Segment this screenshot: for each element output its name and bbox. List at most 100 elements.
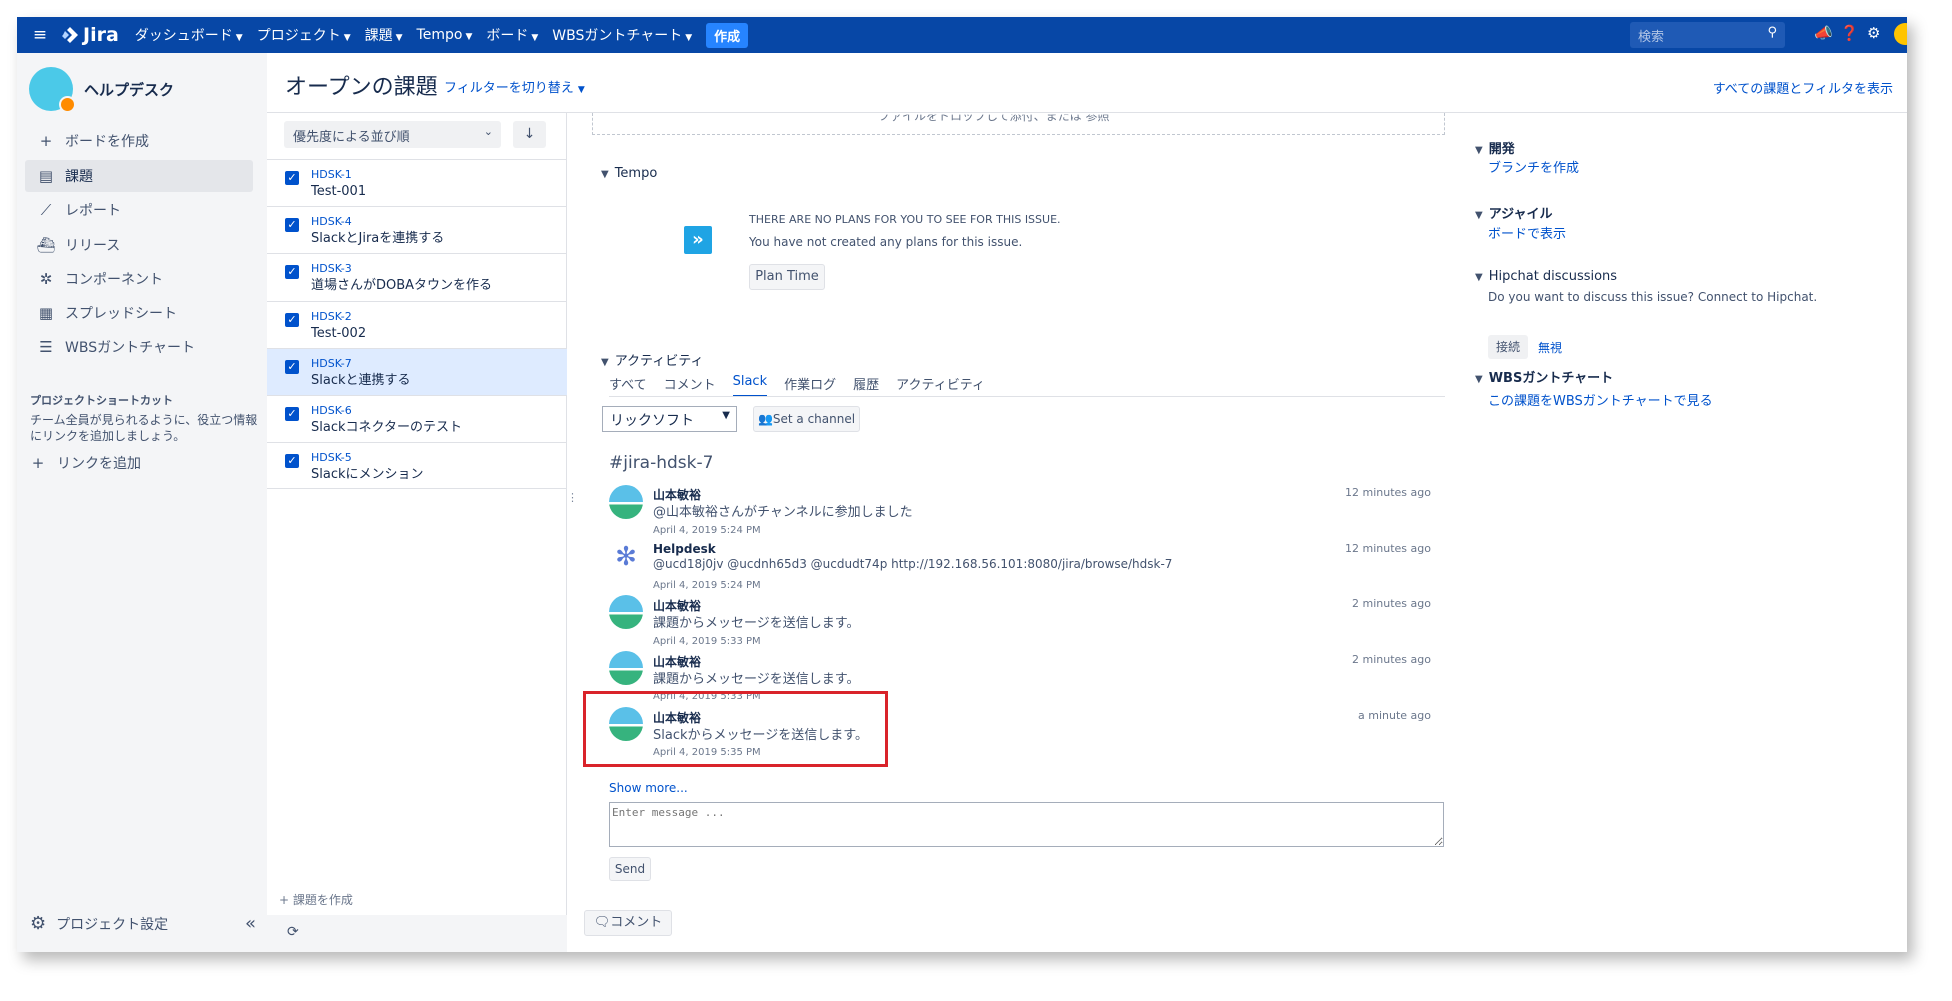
send-button[interactable]: Send xyxy=(609,857,651,881)
menu-icon[interactable]: ≡ xyxy=(25,25,55,45)
sidebar-item-label: コンポーネント xyxy=(65,272,163,288)
tab-comments[interactable]: コメント xyxy=(664,374,716,397)
hipchat-ignore-link[interactable]: 無視 xyxy=(1538,339,1562,356)
show-more-link[interactable]: Show more... xyxy=(609,781,688,795)
create-button[interactable]: 作成 xyxy=(706,22,749,48)
plan-time-button[interactable]: Plan Time xyxy=(749,264,825,290)
nav-boards[interactable]: ボード ▼ xyxy=(486,25,538,45)
sidebar-item-issues[interactable]: ▤ 課題 xyxy=(25,160,253,192)
all-issues-filters-link[interactable]: すべての課題とフィルタを表示 xyxy=(1713,78,1893,97)
sidebar-item-wbs-gantt[interactable]: ☰ WBSガントチャート xyxy=(25,331,253,363)
resize-handle-icon[interactable]: ⋮ xyxy=(567,491,578,504)
reports-icon: ⟋ xyxy=(40,201,52,219)
search-placeholder: 検索 xyxy=(1638,30,1665,45)
user-avatar xyxy=(609,595,643,629)
tab-slack[interactable]: Slack xyxy=(732,374,768,397)
arrow-down-icon: ↓ xyxy=(523,126,536,142)
message-timestamp: April 4, 2019 5:24 PM xyxy=(653,580,761,591)
issue-row[interactable]: ✓ HDSK-4 SlackとJiraを連携する xyxy=(267,206,567,253)
issue-key: HDSK-6 xyxy=(311,404,352,417)
collapse-sidebar-icon[interactable]: « xyxy=(245,913,256,934)
nav-projects[interactable]: プロジェクト ▼ xyxy=(257,25,351,45)
attachment-dropzone[interactable]: ファイルをドロップして添付、または 参照 xyxy=(592,113,1445,135)
project-settings[interactable]: ⚙ プロジェクト設定 « xyxy=(30,913,256,934)
chevron-down-icon: ▼ xyxy=(601,169,609,180)
tempo-section-toggle[interactable]: ▼ Tempo xyxy=(601,166,657,181)
project-header[interactable]: ヘルプデスク xyxy=(29,67,174,113)
issue-key: HDSK-1 xyxy=(311,168,352,181)
project-avatar xyxy=(29,67,76,113)
slack-message-input[interactable] xyxy=(609,802,1444,847)
sidebar-item-reports[interactable]: ⟋ レポート xyxy=(25,194,253,226)
checkbox-icon: ✓ xyxy=(285,265,299,279)
nav-boards-label: ボード xyxy=(486,28,529,44)
issue-row[interactable]: ✓ HDSK-5 Slackにメンション xyxy=(267,442,567,489)
wbs-section-toggle[interactable]: ▼ WBSガントチャート xyxy=(1475,367,1613,386)
development-section-toggle[interactable]: ▼ 開発 xyxy=(1475,138,1515,157)
search-icon: ⚲ xyxy=(1767,25,1777,40)
create-board-link[interactable]: + ボードを作成 xyxy=(25,125,253,157)
activity-section-toggle[interactable]: ▼ アクティビティ xyxy=(601,350,704,369)
sidebar-item-label: スプレッドシート xyxy=(65,306,177,322)
slack-channel-name: #jira-hdsk-7 xyxy=(609,453,714,473)
tab-all[interactable]: すべて xyxy=(609,374,647,397)
hipchat-connect-button[interactable]: 接続 xyxy=(1488,335,1528,359)
comment-button[interactable]: 🗨コメント xyxy=(584,910,672,936)
sort-dropdown[interactable]: 優先度による並び順 ⌄ xyxy=(284,121,501,148)
issue-key: HDSK-2 xyxy=(311,310,352,323)
set-channel-button[interactable]: 👥Set a channel xyxy=(753,406,860,432)
nav-tempo-label: Tempo xyxy=(416,27,463,43)
wbs-gantt-link[interactable]: この課題をWBSガントチャートで見る xyxy=(1488,390,1713,409)
filter-switch-link[interactable]: フィルターを切り替え ▼ xyxy=(444,77,585,96)
nav-issues-label: 課題 xyxy=(364,28,393,44)
sidebar-item-spreadsheet[interactable]: ▦ スプレッドシート xyxy=(25,297,253,329)
nav-tempo[interactable]: Tempo ▼ xyxy=(417,27,473,43)
agile-title: アジャイル xyxy=(1488,207,1553,222)
chevron-down-icon: ▼ xyxy=(1475,145,1483,156)
user-avatar xyxy=(609,651,643,685)
issue-summary: 道場さんがDOBAタウンを作る xyxy=(311,278,493,293)
jira-logo[interactable]: Jira xyxy=(61,24,119,46)
gear-icon[interactable]: ⚙ xyxy=(1867,24,1880,42)
notifications-icon[interactable]: 📣 xyxy=(1814,24,1833,42)
view-on-board-link[interactable]: ボードで表示 xyxy=(1488,223,1566,242)
hipchat-section-toggle[interactable]: ▼ Hipchat discussions xyxy=(1475,269,1617,284)
message-text: 課題からメッセージを送信します。 xyxy=(653,672,860,687)
sort-direction-button[interactable]: ↓ xyxy=(513,121,546,148)
jira-logo-text: Jira xyxy=(83,24,119,46)
add-link-button[interactable]: + リンクを追加 xyxy=(25,447,253,479)
activity-tabs: すべて コメント Slack 作業ログ 履歴 アクティビティ xyxy=(609,374,1002,397)
message-relative-time: 12 minutes ago xyxy=(1345,486,1431,499)
tab-worklog[interactable]: 作業ログ xyxy=(784,374,836,397)
nav-issues[interactable]: 課題 ▼ xyxy=(365,25,403,45)
tab-history[interactable]: 履歴 xyxy=(853,374,879,397)
create-branch-link[interactable]: ブランチを作成 xyxy=(1488,157,1579,176)
issue-summary: Slackにメンション xyxy=(311,467,424,482)
dropzone-text: ファイルをドロップして添付、または 参照 xyxy=(878,109,1110,123)
issues-icon: ▤ xyxy=(38,167,54,185)
tab-activity[interactable]: アクティビティ xyxy=(896,374,985,397)
message-timestamp: April 4, 2019 5:24 PM xyxy=(653,525,761,536)
checkbox-icon: ✓ xyxy=(285,171,299,185)
user-avatar[interactable] xyxy=(1894,23,1907,45)
workspace-select[interactable]: リックソフト ▼ xyxy=(602,406,737,432)
issue-row[interactable]: ✓ HDSK-3 道場さんがDOBAタウンを作る xyxy=(267,253,567,300)
sidebar-item-releases[interactable]: ⛴ リリース xyxy=(25,229,253,261)
create-board-label: ボードを作成 xyxy=(65,134,149,150)
refresh-icon[interactable]: ⟳ xyxy=(287,924,299,940)
create-issue-link[interactable]: + 課題を作成 xyxy=(279,891,353,908)
nav-dashboards[interactable]: ダッシュボード ▼ xyxy=(135,25,243,45)
checkbox-icon: ✓ xyxy=(285,313,299,327)
agile-section-toggle[interactable]: ▼ アジャイル xyxy=(1475,203,1553,222)
issue-row[interactable]: ✓ HDSK-1 Test-001 xyxy=(267,159,567,206)
help-icon[interactable]: ❓ xyxy=(1840,24,1859,42)
nav-wbs-gantt[interactable]: WBSガントチャート ▼ xyxy=(552,25,692,45)
sidebar-item-components[interactable]: ✲ コンポーネント xyxy=(25,263,253,295)
issue-row[interactable]: ✓ HDSK-6 Slackコネクターのテスト xyxy=(267,395,567,442)
issue-row[interactable]: ✓ HDSK-2 Test-002 xyxy=(267,301,567,348)
sidebar-item-label: WBSガントチャート xyxy=(65,340,195,356)
wbs-title: WBSガントチャート xyxy=(1488,371,1614,386)
issue-summary: SlackとJiraを連携する xyxy=(311,231,445,246)
search-input[interactable]: 検索 ⚲ xyxy=(1630,22,1785,48)
issue-row-selected[interactable]: ✓ HDSK-7 Slackと連携する xyxy=(267,348,567,395)
